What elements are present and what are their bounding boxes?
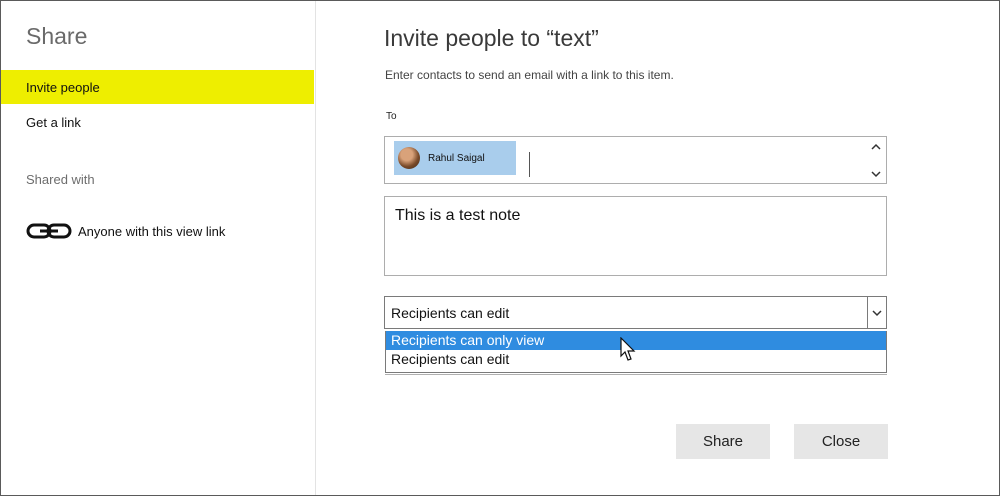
- to-label: To: [386, 111, 397, 122]
- avatar: [398, 147, 420, 169]
- sidebar-title: Share: [26, 23, 88, 49]
- shared-entry-view-link[interactable]: Anyone with this view link: [26, 221, 225, 241]
- close-button[interactable]: Close: [794, 424, 888, 459]
- recipients-field[interactable]: Rahul Saigal: [384, 136, 887, 184]
- chevron-down-icon[interactable]: [870, 169, 882, 179]
- sidebar-item-label: Get a link: [26, 114, 81, 130]
- note-textarea[interactable]: This is a test note: [384, 196, 887, 276]
- link-icon: [26, 221, 72, 241]
- recipient-chip[interactable]: Rahul Saigal: [394, 141, 516, 175]
- sidebar: Share Invite people Get a link Shared wi…: [1, 1, 316, 495]
- page-title: Invite people to “text”: [384, 25, 599, 51]
- page-subtitle: Enter contacts to send an email with a l…: [385, 68, 674, 82]
- recipients-scrollbar[interactable]: [866, 137, 886, 183]
- shared-with-heading: Shared with: [26, 172, 95, 187]
- mouse-pointer-icon: [620, 337, 636, 361]
- chevron-down-icon[interactable]: [867, 297, 886, 328]
- chevron-up-icon[interactable]: [870, 142, 882, 152]
- sidebar-item-get-a-link[interactable]: Get a link: [1, 105, 314, 139]
- sidebar-item-invite-people[interactable]: Invite people: [1, 70, 314, 104]
- sidebar-item-label: Invite people: [26, 79, 100, 95]
- permission-selected-value: Recipients can edit: [391, 305, 510, 321]
- share-dialog: Share Invite people Get a link Shared wi…: [0, 0, 1000, 496]
- recipient-name: Rahul Saigal: [428, 152, 485, 164]
- divider: [385, 374, 887, 375]
- text-caret: [529, 152, 530, 177]
- permission-select[interactable]: Recipients can edit: [384, 296, 887, 329]
- shared-entry-label: Anyone with this view link: [78, 223, 226, 239]
- share-button[interactable]: Share: [676, 424, 770, 459]
